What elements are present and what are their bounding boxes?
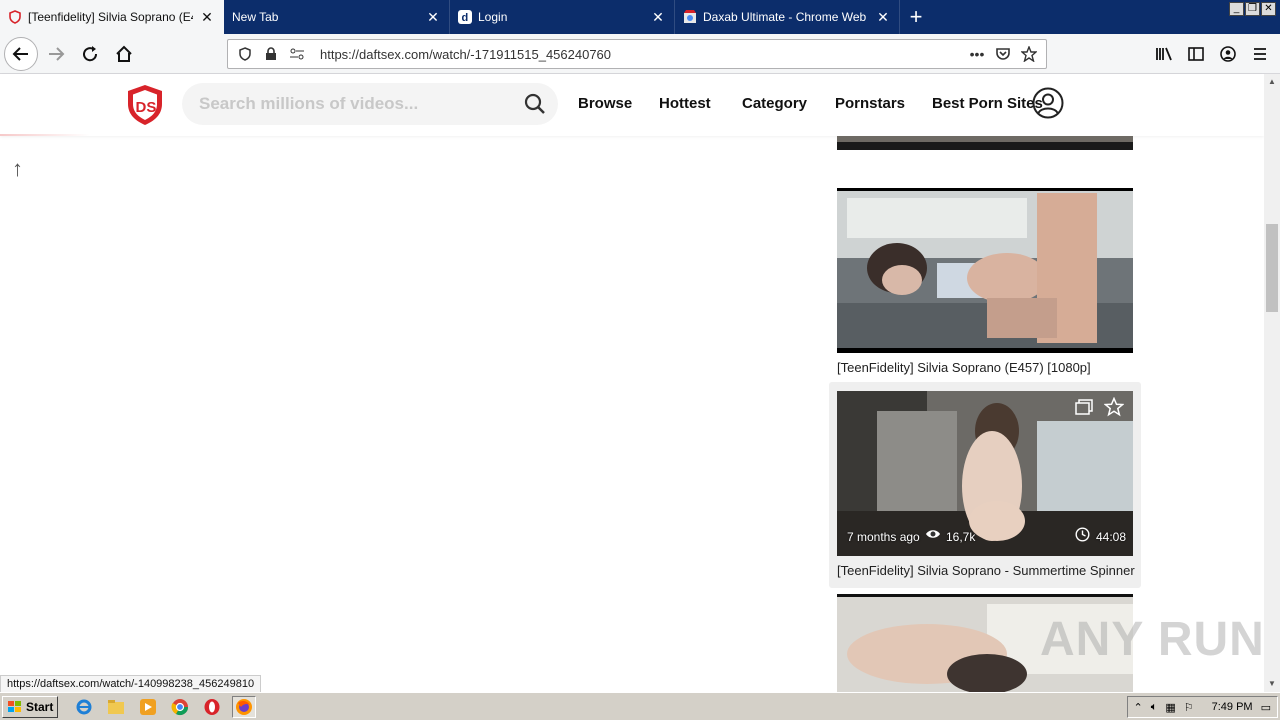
- page-actions-icon[interactable]: •••: [966, 43, 988, 65]
- tab-login[interactable]: d Login ✕: [450, 0, 675, 34]
- toolbar-right: [1152, 38, 1272, 70]
- header-accent-line: [0, 134, 90, 136]
- video-thumbnail-image: [837, 188, 1133, 353]
- explorer-taskbar-icon[interactable]: [104, 696, 128, 718]
- nav-category[interactable]: Category: [742, 95, 807, 112]
- windows-taskbar: Start ⌃ 🔈︎ ▦ ⚐ 7:49 PM ▭: [0, 692, 1280, 720]
- search-input[interactable]: [199, 94, 509, 114]
- windows-logo-icon: [8, 700, 21, 712]
- firefox-taskbar-icon[interactable]: [232, 695, 257, 718]
- nav-best-porn-sites[interactable]: Best Porn Sites: [932, 95, 1043, 112]
- tab-title: [Teenfidelity] Silvia Soprano (E49: [28, 10, 193, 24]
- library-icon[interactable]: [1152, 38, 1176, 70]
- tab-title: New Tab: [232, 10, 279, 24]
- home-button[interactable]: [108, 38, 140, 70]
- start-button[interactable]: Start: [2, 695, 59, 718]
- video-views: 16,7k: [946, 530, 976, 544]
- close-window-button[interactable]: ✕: [1261, 2, 1276, 16]
- reload-button[interactable]: [74, 38, 106, 70]
- network-icon[interactable]: ▦: [1165, 701, 1175, 714]
- video-age: 7 months ago: [847, 530, 920, 544]
- account-icon[interactable]: [1216, 38, 1240, 70]
- window-controls: _ ❐ ✕: [1229, 2, 1276, 16]
- clock[interactable]: 7:49 PM: [1212, 701, 1253, 713]
- lock-icon[interactable]: [260, 43, 282, 65]
- anyrun-watermark: ANY RUN: [1040, 613, 1265, 666]
- back-button[interactable]: [4, 36, 38, 71]
- site-header: DS Browse Hottest Category Pornstars Bes…: [0, 74, 1264, 136]
- sidebar-icon[interactable]: [1184, 38, 1208, 70]
- user-avatar-icon[interactable]: [1032, 87, 1064, 119]
- video-title[interactable]: [TeenFidelity] Silvia Soprano (E457) [10…: [837, 360, 1091, 375]
- tab-title: Daxab Ultimate - Chrome Web Sto: [703, 10, 869, 24]
- watch-later-icon[interactable]: [1074, 398, 1094, 416]
- permissions-icon[interactable]: [286, 43, 308, 65]
- tab-close-icon[interactable]: ✕: [875, 9, 891, 26]
- navigation-toolbar: https://daftsex.com/watch/-171911515_456…: [0, 34, 1280, 74]
- url-text[interactable]: https://daftsex.com/watch/-171911515_456…: [320, 47, 964, 62]
- d-favicon-icon: d: [458, 10, 472, 24]
- link-status-bar: https://daftsex.com/watch/-140998238_456…: [0, 675, 262, 693]
- opera-taskbar-icon[interactable]: [200, 696, 224, 718]
- search-icon[interactable]: [524, 93, 546, 115]
- site-logo-icon[interactable]: DS: [126, 84, 164, 126]
- minimize-button[interactable]: _: [1229, 2, 1244, 16]
- video-duration: 44:08: [1096, 530, 1127, 544]
- shield-favicon-icon: [9, 10, 21, 24]
- tab-daftsex[interactable]: [Teenfidelity] Silvia Soprano (E49 ✕: [0, 0, 224, 34]
- new-tab-button[interactable]: +: [900, 0, 932, 34]
- forward-button[interactable]: [40, 38, 72, 70]
- tab-chrome-web-store[interactable]: Daxab Ultimate - Chrome Web Sto ✕: [675, 0, 900, 34]
- action-center-flag-icon[interactable]: ⚐: [1184, 701, 1194, 714]
- video-thumbnail[interactable]: [837, 188, 1133, 353]
- restore-button[interactable]: ❐: [1245, 2, 1260, 16]
- home-icon: [116, 45, 132, 62]
- back-arrow-icon: [12, 46, 28, 61]
- video-title[interactable]: [TeenFidelity] Silvia Soprano - Summerti…: [837, 563, 1135, 578]
- nav-pornstars[interactable]: Pornstars: [835, 95, 905, 112]
- tracking-shield-icon[interactable]: [234, 43, 256, 65]
- scroll-up-arrow-icon[interactable]: ▲: [1264, 74, 1280, 90]
- start-label: Start: [26, 699, 54, 714]
- web-store-favicon-icon: [684, 10, 696, 23]
- tab-close-icon[interactable]: ✕: [650, 9, 666, 26]
- menu-icon[interactable]: [1248, 38, 1272, 70]
- tab-title: Login: [478, 10, 508, 24]
- ie-taskbar-icon[interactable]: [72, 696, 96, 718]
- chrome-taskbar-icon[interactable]: [168, 696, 192, 718]
- pocket-icon[interactable]: [992, 43, 1014, 65]
- tray-expand-icon[interactable]: ⌃: [1134, 701, 1143, 714]
- show-desktop-icon[interactable]: ▭: [1261, 701, 1271, 714]
- page-scrollbar[interactable]: ▲ ▼: [1264, 74, 1280, 692]
- media-player-taskbar-icon[interactable]: [136, 696, 160, 718]
- nav-browse[interactable]: Browse: [578, 95, 632, 112]
- back-to-top-button[interactable]: ↑: [12, 156, 23, 182]
- favorite-star-icon[interactable]: [1104, 397, 1124, 417]
- system-tray: ⌃ 🔈︎ ▦ ⚐ 7:49 PM ▭: [1126, 696, 1278, 718]
- volume-icon[interactable]: 🔈︎: [1151, 701, 1158, 714]
- search-box: [182, 83, 558, 125]
- reload-icon: [83, 45, 98, 61]
- nav-hottest[interactable]: Hottest: [659, 95, 711, 112]
- tab-close-icon[interactable]: ✕: [199, 9, 215, 26]
- svg-text:d: d: [462, 12, 469, 24]
- address-bar[interactable]: https://daftsex.com/watch/-171911515_456…: [227, 39, 1047, 69]
- scroll-down-arrow-icon[interactable]: ▼: [1264, 676, 1280, 692]
- video-thumbnail-previous[interactable]: [837, 136, 1133, 150]
- svg-text:DS: DS: [136, 99, 157, 116]
- views-eye-icon: [926, 530, 940, 538]
- tab-close-icon[interactable]: ✕: [425, 9, 441, 26]
- forward-arrow-icon: [49, 46, 65, 61]
- tab-strip: [Teenfidelity] Silvia Soprano (E49 ✕ New…: [0, 0, 1280, 34]
- tab-new-tab[interactable]: New Tab ✕: [224, 0, 450, 34]
- bookmark-star-icon[interactable]: [1018, 43, 1040, 65]
- duration-clock-icon: [1075, 527, 1090, 542]
- scrollbar-thumb[interactable]: [1266, 224, 1278, 312]
